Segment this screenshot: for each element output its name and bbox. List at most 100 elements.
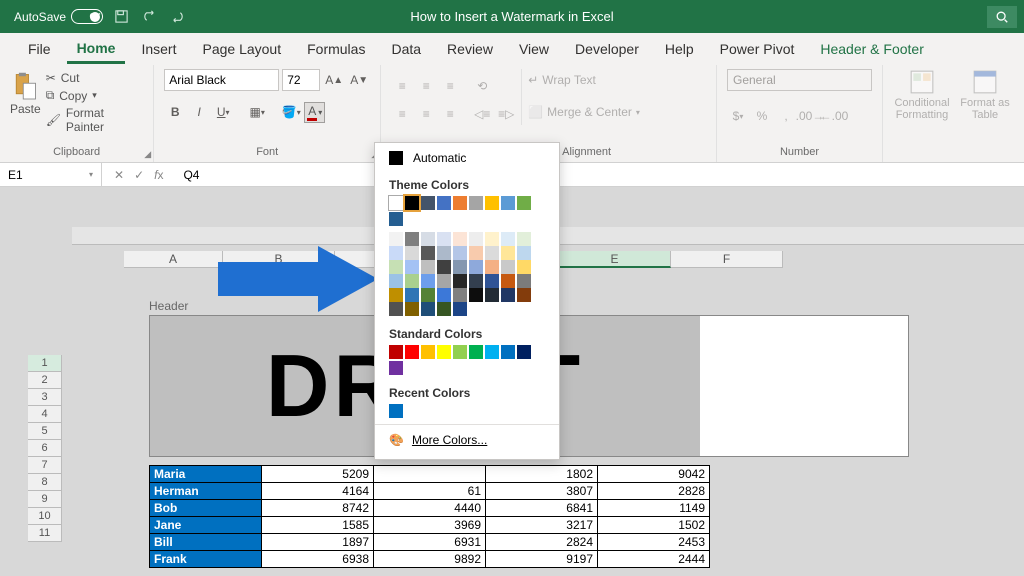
color-swatch[interactable] <box>453 274 467 288</box>
underline-button[interactable]: U ▾ <box>212 101 234 123</box>
color-swatch[interactable] <box>405 274 419 288</box>
row-header-4[interactable]: 4 <box>28 406 62 423</box>
formula-input[interactable]: Q4 <box>175 168 199 182</box>
row-header-7[interactable]: 7 <box>28 457 62 474</box>
color-swatch[interactable] <box>437 232 451 246</box>
color-swatch[interactable] <box>405 260 419 274</box>
tab-developer[interactable]: Developer <box>565 36 649 62</box>
search-button[interactable] <box>987 6 1017 28</box>
color-swatch[interactable] <box>437 246 451 260</box>
color-swatch[interactable] <box>469 260 483 274</box>
decrease-font-icon[interactable]: A▼ <box>348 69 370 91</box>
table-row[interactable]: Bob8742444068411149 <box>150 500 710 517</box>
color-swatch[interactable] <box>501 260 515 274</box>
color-swatch[interactable] <box>501 246 515 260</box>
table-row[interactable]: Herman41646138072828 <box>150 483 710 500</box>
tab-view[interactable]: View <box>509 36 559 62</box>
table-row[interactable]: Jane1585396932171502 <box>150 517 710 534</box>
row-header-11[interactable]: 11 <box>28 525 62 542</box>
enter-icon[interactable]: ✓ <box>134 168 144 182</box>
color-swatch[interactable] <box>389 260 403 274</box>
row-headers[interactable]: 1234567891011 <box>28 355 62 542</box>
color-swatch[interactable] <box>453 302 467 316</box>
tab-page-layout[interactable]: Page Layout <box>192 36 291 62</box>
color-swatch[interactable] <box>405 232 419 246</box>
color-swatch[interactable] <box>517 232 531 246</box>
tab-help[interactable]: Help <box>655 36 704 62</box>
paste-button[interactable]: Paste <box>10 69 41 116</box>
color-swatch[interactable] <box>485 288 499 302</box>
undo-icon[interactable] <box>139 7 159 27</box>
color-swatch[interactable] <box>501 288 515 302</box>
color-swatch[interactable] <box>485 196 499 210</box>
color-swatch[interactable] <box>469 196 483 210</box>
copy-button[interactable]: ⧉Copy ▾ <box>46 88 144 103</box>
name-box[interactable]: E1▾ <box>0 163 102 186</box>
color-swatch[interactable] <box>389 302 403 316</box>
color-swatch[interactable] <box>517 345 531 359</box>
color-swatch[interactable] <box>421 246 435 260</box>
color-swatch[interactable] <box>453 196 467 210</box>
tab-header-footer[interactable]: Header & Footer <box>810 36 934 62</box>
color-swatch[interactable] <box>421 345 435 359</box>
tab-power-pivot[interactable]: Power Pivot <box>710 36 805 62</box>
borders-button[interactable]: ▦▾ <box>246 101 268 123</box>
color-swatch[interactable] <box>389 274 403 288</box>
color-swatch[interactable] <box>501 232 515 246</box>
color-swatch[interactable] <box>405 288 419 302</box>
color-swatch[interactable] <box>469 232 483 246</box>
color-swatch[interactable] <box>421 196 435 210</box>
color-swatch[interactable] <box>437 260 451 274</box>
autosave-toggle[interactable]: AutoSave Off <box>14 9 103 24</box>
color-swatch[interactable] <box>437 274 451 288</box>
color-swatch[interactable] <box>405 246 419 260</box>
fx-icon[interactable]: fx <box>154 168 163 182</box>
increase-font-icon[interactable]: A▲ <box>323 69 345 91</box>
fill-color-button[interactable]: 🪣▾ <box>280 101 302 123</box>
color-swatch[interactable] <box>389 246 403 260</box>
table-row[interactable]: Maria520918029042 <box>150 466 710 483</box>
bold-button[interactable]: B <box>164 101 186 123</box>
row-header-6[interactable]: 6 <box>28 440 62 457</box>
toggle-switch[interactable]: Off <box>71 9 103 24</box>
color-swatch[interactable] <box>453 288 467 302</box>
color-swatch[interactable] <box>389 361 403 375</box>
color-swatch[interactable] <box>485 246 499 260</box>
color-swatch[interactable] <box>453 345 467 359</box>
tab-review[interactable]: Review <box>437 36 503 62</box>
col-header-E[interactable]: E <box>559 251 671 268</box>
col-header-A[interactable]: A <box>124 251 223 268</box>
color-swatch[interactable] <box>437 345 451 359</box>
col-header-F[interactable]: F <box>671 251 783 268</box>
font-name-input[interactable] <box>164 69 279 91</box>
color-swatch[interactable] <box>405 196 419 210</box>
color-swatch[interactable] <box>389 404 403 418</box>
tab-formulas[interactable]: Formulas <box>297 36 375 62</box>
color-swatch[interactable] <box>453 232 467 246</box>
row-header-1[interactable]: 1 <box>28 355 62 372</box>
more-colors-option[interactable]: 🎨 More Colors... <box>375 424 559 455</box>
tab-insert[interactable]: Insert <box>131 36 186 62</box>
row-header-8[interactable]: 8 <box>28 474 62 491</box>
format-painter-button[interactable]: 🖌Format Painter <box>46 106 144 134</box>
color-swatch[interactable] <box>421 260 435 274</box>
color-swatch[interactable] <box>501 196 515 210</box>
color-swatch[interactable] <box>389 212 403 226</box>
color-swatch[interactable] <box>485 260 499 274</box>
color-swatch[interactable] <box>501 274 515 288</box>
color-swatch[interactable] <box>485 274 499 288</box>
data-table[interactable]: Maria520918029042Herman41646138072828Bob… <box>149 465 710 568</box>
color-swatch[interactable] <box>469 246 483 260</box>
color-swatch[interactable] <box>421 302 435 316</box>
clipboard-dialog-launcher[interactable]: ◢ <box>144 149 151 160</box>
cancel-icon[interactable]: ✕ <box>114 168 124 182</box>
color-swatch[interactable] <box>485 345 499 359</box>
color-swatch[interactable] <box>437 196 451 210</box>
color-swatch[interactable] <box>469 345 483 359</box>
row-header-10[interactable]: 10 <box>28 508 62 525</box>
color-swatch[interactable] <box>389 196 403 210</box>
color-swatch[interactable] <box>501 345 515 359</box>
color-swatch[interactable] <box>389 345 403 359</box>
font-size-input[interactable] <box>282 69 320 91</box>
tab-file[interactable]: File <box>18 36 61 62</box>
